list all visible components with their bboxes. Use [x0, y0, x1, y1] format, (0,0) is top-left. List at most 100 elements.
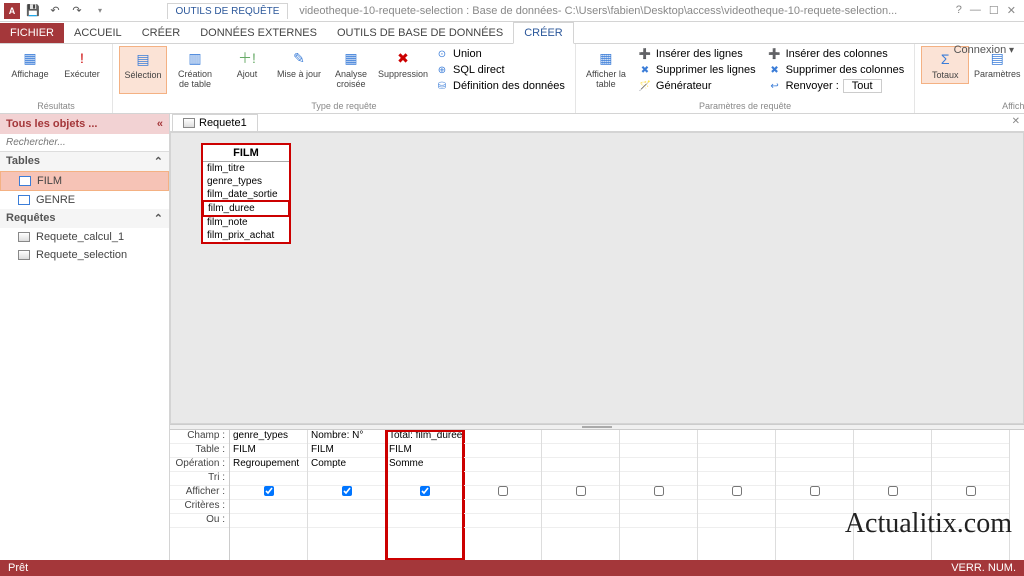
undo-icon[interactable]: ↶	[46, 2, 64, 20]
nav-item-genre[interactable]: GENRE	[0, 191, 169, 209]
cell-ou[interactable]	[698, 514, 775, 528]
show-checkbox[interactable]	[732, 486, 742, 496]
cell-criteres[interactable]	[386, 500, 463, 514]
tab-external-data[interactable]: DONNÉES EXTERNES	[190, 23, 327, 43]
cell-tri[interactable]	[542, 472, 619, 486]
cell-afficher[interactable]	[698, 486, 775, 500]
close-icon[interactable]: ✕	[1007, 4, 1016, 17]
cell-table[interactable]	[698, 444, 775, 458]
field-film_note[interactable]: film_note	[203, 216, 289, 229]
cell-tri[interactable]	[698, 472, 775, 486]
field-film_duree[interactable]: film_duree	[202, 200, 290, 217]
cell-afficher[interactable]	[776, 486, 853, 500]
show-checkbox[interactable]	[576, 486, 586, 496]
field-film_titre[interactable]: film_titre	[203, 162, 289, 175]
cell-ou[interactable]	[620, 514, 697, 528]
sign-in-link[interactable]: Connexion ▾	[954, 44, 1014, 56]
field-film_prix_achat[interactable]: film_prix_achat	[203, 229, 289, 242]
tab-database-tools[interactable]: OUTILS DE BASE DE DONNÉES	[327, 23, 513, 43]
cell-ou[interactable]	[308, 514, 385, 528]
cell-tri[interactable]	[776, 472, 853, 486]
cell-table[interactable]	[464, 444, 541, 458]
cell-criteres[interactable]	[542, 500, 619, 514]
cell-operation[interactable]: Somme	[386, 458, 463, 472]
cell-criteres[interactable]	[776, 500, 853, 514]
append-button[interactable]: ＋!Ajout	[223, 46, 271, 94]
cell-tri[interactable]	[854, 472, 931, 486]
cell-operation[interactable]: Compte	[308, 458, 385, 472]
grid-column[interactable]	[854, 430, 932, 560]
cell-champ[interactable]: genre_types	[230, 430, 307, 444]
cell-table[interactable]: FILM	[386, 444, 463, 458]
show-checkbox[interactable]	[654, 486, 664, 496]
nav-item-film[interactable]: FILM	[0, 171, 169, 191]
cell-ou[interactable]	[386, 514, 463, 528]
delete-query-button[interactable]: ✖Suppression	[379, 46, 427, 94]
grid-column[interactable]: genre_typesFILMRegroupement	[230, 430, 308, 560]
delete-cols-button[interactable]: ✖Supprimer des colonnes	[764, 62, 909, 78]
cell-criteres[interactable]	[464, 500, 541, 514]
cell-afficher[interactable]	[932, 486, 1009, 500]
cell-afficher[interactable]	[542, 486, 619, 500]
cell-operation[interactable]: Regroupement	[230, 458, 307, 472]
cell-ou[interactable]	[542, 514, 619, 528]
cell-table[interactable]: FILM	[230, 444, 307, 458]
minimize-icon[interactable]: —	[970, 4, 981, 17]
cell-afficher[interactable]	[308, 486, 385, 500]
delete-rows-button[interactable]: ✖Supprimer les lignes	[634, 62, 760, 78]
update-button[interactable]: ✎Mise à jour	[275, 46, 323, 94]
cell-afficher[interactable]	[464, 486, 541, 500]
show-checkbox[interactable]	[342, 486, 352, 496]
cell-champ[interactable]	[932, 430, 1009, 444]
cell-criteres[interactable]	[230, 500, 307, 514]
grid-column[interactable]	[464, 430, 542, 560]
nav-header[interactable]: Tous les objets ...«	[0, 114, 169, 134]
cell-operation[interactable]	[932, 458, 1009, 472]
cell-table[interactable]	[620, 444, 697, 458]
cell-champ[interactable]	[542, 430, 619, 444]
cell-afficher[interactable]	[620, 486, 697, 500]
cell-criteres[interactable]	[308, 500, 385, 514]
cell-table[interactable]	[542, 444, 619, 458]
cell-ou[interactable]	[464, 514, 541, 528]
cell-champ[interactable]	[854, 430, 931, 444]
cell-tri[interactable]	[464, 472, 541, 486]
save-icon[interactable]: 💾	[24, 2, 42, 20]
grid-column[interactable]	[776, 430, 854, 560]
cell-tri[interactable]	[386, 472, 463, 486]
cell-afficher[interactable]	[386, 486, 463, 500]
cell-operation[interactable]	[542, 458, 619, 472]
cell-champ[interactable]	[698, 430, 775, 444]
cell-operation[interactable]	[698, 458, 775, 472]
insert-cols-button[interactable]: ➕Insérer des colonnes	[764, 46, 909, 62]
cell-tri[interactable]	[308, 472, 385, 486]
grid-column[interactable]	[698, 430, 776, 560]
cell-tri[interactable]	[932, 472, 1009, 486]
nav-section-tables[interactable]: Tables⌃	[0, 152, 169, 171]
document-tab[interactable]: Requete1	[172, 114, 258, 131]
return-rows-button[interactable]: ↩Renvoyer : Tout	[764, 78, 909, 94]
cell-table[interactable]: FILM	[308, 444, 385, 458]
table-box-film[interactable]: FILM film_titregenre_typesfilm_date_sort…	[201, 143, 291, 244]
cell-table[interactable]	[854, 444, 931, 458]
show-checkbox[interactable]	[810, 486, 820, 496]
cell-operation[interactable]	[854, 458, 931, 472]
show-checkbox[interactable]	[264, 486, 274, 496]
cell-champ[interactable]: Total: film_duree ▾	[386, 430, 463, 444]
chevron-left-icon[interactable]: «	[157, 118, 163, 130]
passthrough-button[interactable]: ⊕SQL direct	[431, 62, 569, 78]
cell-tri[interactable]	[620, 472, 697, 486]
cell-table[interactable]	[776, 444, 853, 458]
make-table-button[interactable]: ▥Création de table	[171, 46, 219, 94]
run-button[interactable]: !Exécuter	[58, 46, 106, 82]
show-checkbox[interactable]	[498, 486, 508, 496]
cell-afficher[interactable]	[230, 486, 307, 500]
grid-column[interactable]: Total: film_duree ▾FILMSomme	[386, 430, 464, 560]
cell-criteres[interactable]	[698, 500, 775, 514]
tab-create[interactable]: CRÉER	[132, 23, 191, 43]
redo-icon[interactable]: ↷	[68, 2, 86, 20]
cell-operation[interactable]	[620, 458, 697, 472]
view-button[interactable]: ▦Affichage	[6, 46, 54, 82]
field-genre_types[interactable]: genre_types	[203, 175, 289, 188]
search-input[interactable]	[0, 134, 169, 152]
